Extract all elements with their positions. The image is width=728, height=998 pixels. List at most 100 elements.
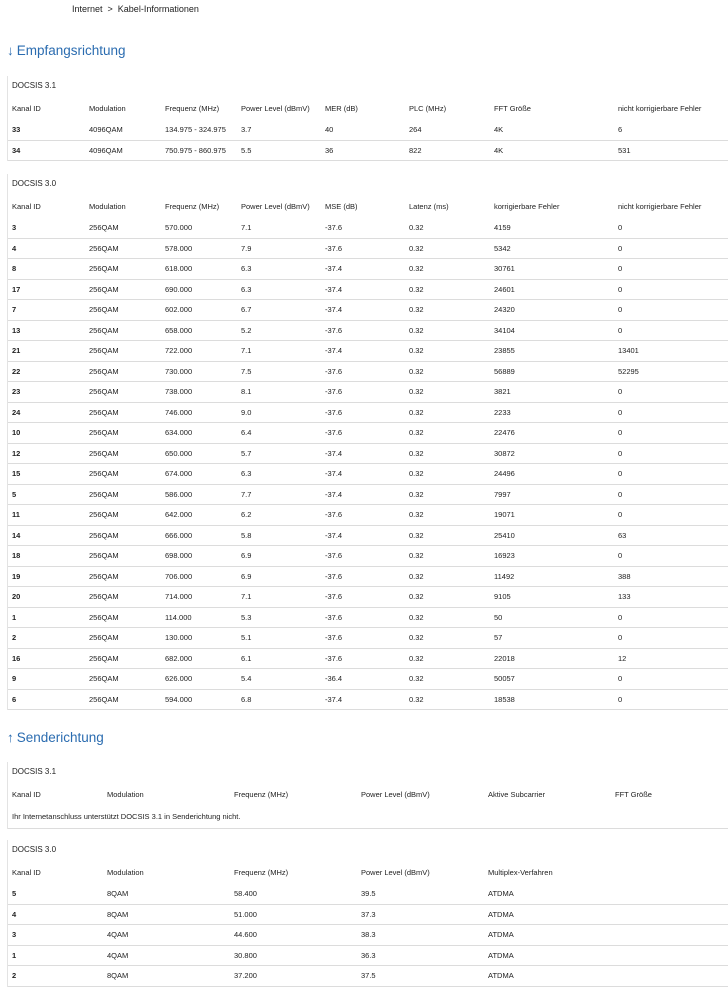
table-cell: 44.600 <box>234 930 257 940</box>
channel-id-cell: 3 <box>12 930 17 940</box>
table-cell: 24496 <box>494 469 515 479</box>
column-header: PLC (MHz) <box>409 103 447 113</box>
table-cell: 37.3 <box>361 909 376 919</box>
table-cell: 22018 <box>494 653 515 663</box>
table-row: 14 256QAM 666.000 5.8 -37.4 0.32 25410 63 <box>8 526 728 546</box>
channel-id-cell: 19 <box>12 571 21 581</box>
table-cell: 0.32 <box>409 223 424 233</box>
column-header: Modulation <box>107 867 144 877</box>
table-cell: 6.8 <box>241 694 252 704</box>
column-header: Modulation <box>89 201 126 211</box>
table-row: 19 256QAM 706.000 6.9 -37.6 0.32 11492 388 <box>8 567 728 587</box>
table-cell: 264 <box>409 125 422 135</box>
table-cell: 4159 <box>494 223 511 233</box>
table-cell: 5.4 <box>241 674 252 684</box>
column-header: Power Level (dBmV) <box>361 867 430 877</box>
channel-id-cell: 17 <box>12 284 21 294</box>
column-header: Power Level (dBmV) <box>241 201 310 211</box>
table-cell: 57 <box>494 633 503 643</box>
table-cell: 531 <box>618 145 631 155</box>
table-cell: 3821 <box>494 387 511 397</box>
table-cell: 822 <box>409 145 422 155</box>
table-cell: 0.32 <box>409 489 424 499</box>
table-cell: 24320 <box>494 305 515 315</box>
column-header: Frequenz (MHz) <box>165 103 220 113</box>
table-cell: ATDMA <box>488 909 514 919</box>
table-cell: 0 <box>618 510 623 520</box>
table-cell: 133 <box>618 592 631 602</box>
downstream-title-text: Empfangsrichtung <box>16 43 126 58</box>
table-cell: 0.32 <box>409 407 424 417</box>
table-cell: 578.000 <box>165 243 193 253</box>
channel-id-cell: 21 <box>12 346 21 356</box>
table-cell: -37.6 <box>325 612 343 622</box>
table-cell: 256QAM <box>89 305 119 315</box>
table-cell: 11492 <box>494 571 515 581</box>
table-row: 5 256QAM 586.000 7.7 -37.4 0.32 7997 0 <box>8 485 728 505</box>
table-cell: 4096QAM <box>89 145 123 155</box>
table-cell: 0 <box>618 387 623 397</box>
table-cell: 0.32 <box>409 284 424 294</box>
table-cell: 7.9 <box>241 243 252 253</box>
channel-id-cell: 3 <box>12 223 17 233</box>
table-cell: 594.000 <box>165 694 193 704</box>
table-row: 3 4QAM 44.600 38.3 ATDMA <box>8 925 728 946</box>
table-cell: 0 <box>618 325 623 335</box>
column-header: Kanal ID <box>12 789 41 799</box>
table-cell: 0 <box>618 551 623 561</box>
column-header: Frequenz (MHz) <box>234 789 289 799</box>
table-cell: 256QAM <box>89 366 119 376</box>
table-cell: 0.32 <box>409 428 424 438</box>
table-cell: 586.000 <box>165 489 193 499</box>
channel-id-cell: 7 <box>12 305 17 315</box>
table-row: 4 256QAM 578.000 7.9 -37.6 0.32 5342 0 <box>8 239 728 259</box>
table-cell: 0.32 <box>409 366 424 376</box>
column-header: FFT Größe <box>615 789 652 799</box>
table-cell: 25410 <box>494 530 515 540</box>
table-row: 15 256QAM 674.000 6.3 -37.4 0.32 24496 0 <box>8 464 728 485</box>
table-cell: 0.32 <box>409 653 424 663</box>
table-cell: -37.6 <box>325 428 343 438</box>
table-cell: 6.9 <box>241 571 252 581</box>
table-cell: 58.400 <box>234 889 257 899</box>
table-row: 22 256QAM 730.000 7.5 -37.6 0.32 56889 52295 <box>8 362 728 382</box>
table-cell: 0 <box>618 694 623 704</box>
table-cell: 6.2 <box>241 510 252 520</box>
table-cell: 746.000 <box>165 407 193 417</box>
table-row: 34 4096QAM 750.975 - 860.975 5.5 36 822 4K 531 <box>8 141 728 161</box>
table-cell: -37.4 <box>325 469 343 479</box>
column-header: MSE (dB) <box>325 201 358 211</box>
table-cell: 714.000 <box>165 592 193 602</box>
breadcrumb-internet-link[interactable]: Internet <box>72 4 103 14</box>
table-cell: -37.4 <box>325 346 343 356</box>
table-cell: 130.000 <box>165 633 193 643</box>
table-cell: 698.000 <box>165 551 193 561</box>
table-cell: 4QAM <box>107 930 129 940</box>
table-cell: 0.32 <box>409 469 424 479</box>
table-cell: 22476 <box>494 428 515 438</box>
table-cell: 706.000 <box>165 571 193 581</box>
table-row: 4 8QAM 51.000 37.3 ATDMA <box>8 905 728 925</box>
table-row: 9 256QAM 626.000 5.4 -36.4 0.32 50057 0 <box>8 669 728 690</box>
channel-id-cell: 5 <box>12 889 17 899</box>
table-cell: 722.000 <box>165 346 193 356</box>
table-cell: 134.975 - 324.975 <box>165 125 226 135</box>
table-cell: 256QAM <box>89 551 119 561</box>
channel-id-cell: 5 <box>12 489 17 499</box>
table-row: 3 256QAM 570.000 7.1 -37.6 0.32 4159 0 <box>8 218 728 239</box>
table-cell: ATDMA <box>488 950 514 960</box>
table-cell: 690.000 <box>165 284 193 294</box>
table-cell: 40 <box>325 125 334 135</box>
table-row: 6 256QAM 594.000 6.8 -37.4 0.32 18538 0 <box>8 690 728 710</box>
channel-id-cell: 9 <box>12 674 17 684</box>
table-cell: 256QAM <box>89 284 119 294</box>
channel-id-cell: 4 <box>12 243 17 253</box>
table-cell: 0.32 <box>409 633 424 643</box>
table-cell: 4K <box>494 145 504 155</box>
table-cell: 23855 <box>494 346 515 356</box>
channel-id-cell: 20 <box>12 592 21 602</box>
table-cell: 5.8 <box>241 530 252 540</box>
table-cell: 626.000 <box>165 674 193 684</box>
column-header: Kanal ID <box>12 201 41 211</box>
table-cell: 50057 <box>494 674 515 684</box>
